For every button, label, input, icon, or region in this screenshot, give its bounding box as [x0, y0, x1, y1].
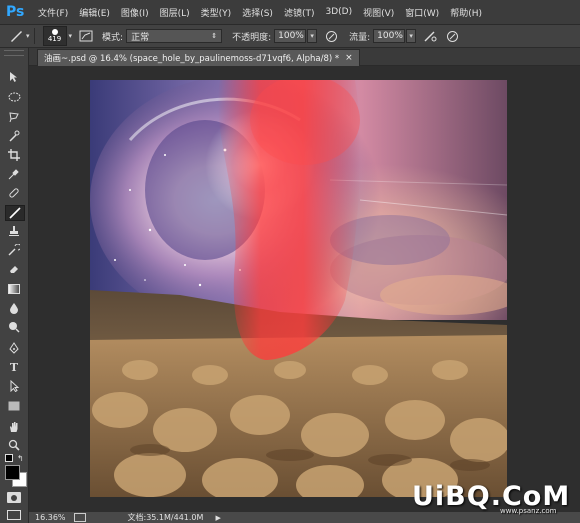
- pressure-size-icon[interactable]: [444, 28, 460, 44]
- clone-stamp-tool-icon[interactable]: [5, 224, 23, 238]
- default-colors-icon[interactable]: [5, 454, 13, 462]
- quick-select-tool-icon[interactable]: [5, 129, 23, 143]
- mode-select[interactable]: 正常 ⇕: [126, 29, 223, 43]
- photoshop-logo: Ps: [6, 4, 25, 20]
- watermark-subtext: www.psanz.com: [500, 507, 557, 515]
- opacity-dropdown-icon[interactable]: ▾: [307, 29, 318, 43]
- hand-tool-icon[interactable]: [5, 420, 23, 434]
- blur-tool-icon[interactable]: [5, 301, 23, 315]
- airbrush-icon[interactable]: [422, 28, 438, 44]
- foreground-color-swatch[interactable]: [5, 465, 20, 480]
- brush-size-value: 419: [47, 35, 62, 43]
- document-size: 文档:35.1M/441.0M: [127, 513, 204, 522]
- brush-panel-toggle-icon[interactable]: [78, 28, 94, 44]
- menu-type[interactable]: 类型(Y): [201, 6, 232, 19]
- status-info-icon[interactable]: [73, 513, 86, 522]
- healing-brush-tool-icon[interactable]: [5, 186, 23, 200]
- panel-grip[interactable]: [4, 50, 24, 56]
- quick-mask-icon[interactable]: [7, 492, 21, 503]
- brush-tool-icon[interactable]: [5, 205, 25, 221]
- document-canvas[interactable]: [90, 80, 507, 497]
- pen-tool-icon[interactable]: [5, 341, 23, 355]
- document-tab[interactable]: 油画~.psd @ 16.4% (space_hole_by_paulinemo…: [37, 49, 360, 66]
- watermark: UiBQ.CoM www.psanz.com: [412, 481, 578, 521]
- chevron-down-icon[interactable]: ▾: [26, 32, 30, 40]
- crop-tool-icon[interactable]: [5, 148, 23, 162]
- menu-bar: Ps 文件(F) 编辑(E) 图像(I) 图层(L) 类型(Y) 选择(S) 滤…: [0, 0, 580, 25]
- menu-file[interactable]: 文件(F): [38, 6, 68, 19]
- rectangle-tool-icon[interactable]: [5, 399, 23, 413]
- brush-preset-picker[interactable]: 419: [42, 26, 67, 46]
- menu-select[interactable]: 选择(S): [242, 6, 273, 19]
- menu-help[interactable]: 帮助(H): [450, 6, 482, 19]
- eyedropper-tool-icon[interactable]: [5, 167, 23, 181]
- canvas-artwork: [90, 80, 507, 497]
- screen-mode-icon[interactable]: [7, 510, 21, 520]
- document-tab-bar: 油画~.psd @ 16.4% (space_hole_by_paulinemo…: [29, 48, 580, 66]
- opacity-input[interactable]: 100%: [274, 29, 307, 43]
- zoom-level[interactable]: 16.36%: [35, 513, 66, 522]
- flow-input[interactable]: 100%: [373, 29, 406, 43]
- document-tab-title: 油画~.psd @ 16.4% (space_hole_by_paulinemo…: [44, 54, 340, 64]
- tools-panel: T ↰: [0, 48, 29, 523]
- zoom-tool-icon[interactable]: [5, 438, 23, 452]
- divider: [33, 28, 35, 44]
- swap-colors-icon[interactable]: ↰: [17, 454, 24, 463]
- canvas-area[interactable]: [29, 66, 580, 512]
- eraser-tool-icon[interactable]: [5, 262, 23, 276]
- menu-view[interactable]: 视图(V): [363, 6, 394, 19]
- opacity-label: 不透明度:: [232, 32, 272, 43]
- marquee-tool-icon[interactable]: [5, 90, 23, 104]
- brush-tool-preset-icon[interactable]: [8, 28, 24, 44]
- dodge-tool-icon[interactable]: [5, 320, 23, 334]
- menu-filter[interactable]: 滤镜(T): [284, 6, 315, 19]
- chevron-down-icon[interactable]: ▾: [69, 32, 73, 40]
- path-selection-tool-icon[interactable]: [5, 379, 23, 393]
- close-icon[interactable]: ×: [345, 53, 353, 63]
- updown-icon: ⇕: [211, 32, 218, 40]
- history-brush-tool-icon[interactable]: [5, 243, 23, 257]
- menu-layer[interactable]: 图层(L): [160, 6, 190, 19]
- move-tool-icon[interactable]: [5, 70, 23, 84]
- flow-dropdown-icon[interactable]: ▾: [406, 29, 417, 43]
- menu-image[interactable]: 图像(I): [121, 6, 149, 19]
- flow-label: 流量:: [349, 32, 371, 43]
- pressure-opacity-icon[interactable]: [323, 28, 339, 44]
- type-tool-icon[interactable]: T: [5, 360, 23, 374]
- lasso-tool-icon[interactable]: [5, 110, 23, 124]
- options-bar: ▾ 419 ▾ 模式: 正常 ⇕ 不透明度: 100% ▾ 流量: 100% ▾: [0, 25, 580, 48]
- mode-label: 模式:: [102, 32, 124, 43]
- menu-edit[interactable]: 编辑(E): [79, 6, 110, 19]
- mode-value: 正常: [131, 32, 150, 43]
- gradient-tool-icon[interactable]: [5, 282, 23, 296]
- status-menu-icon[interactable]: ▶: [215, 514, 220, 522]
- menu-window[interactable]: 窗口(W): [405, 6, 439, 19]
- menu-3d[interactable]: 3D(D): [325, 7, 352, 17]
